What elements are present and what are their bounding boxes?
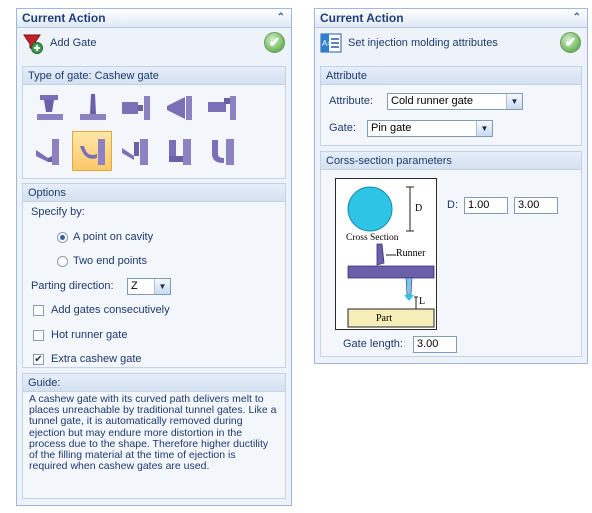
- parting-direction-select[interactable]: Z ▼: [127, 278, 171, 295]
- guide-text: A cashew gate with its curved path deliv…: [29, 393, 277, 473]
- radio-two-end-points[interactable]: [57, 256, 68, 267]
- diagram-l-label: L: [419, 296, 426, 307]
- cross-section-group: Corss-section parameters D Cross Section…: [320, 151, 582, 357]
- action-label: Add Gate: [50, 37, 97, 49]
- tunnel-gate-icon[interactable]: [115, 131, 155, 171]
- fan-gate-icon[interactable]: [158, 87, 198, 127]
- attribute-select[interactable]: Cold runner gate ▼: [387, 93, 523, 110]
- add-gate-action: Add Gate ✔: [17, 28, 291, 58]
- attribute-group: Attribute Attribute: Cold runner gate ▼ …: [320, 66, 582, 146]
- cashew-hook-gate-icon[interactable]: [201, 131, 241, 171]
- right-panel-header: Current Action ⌃: [315, 9, 587, 28]
- left-panel-title: Current Action: [22, 11, 106, 25]
- overlap-gate-icon[interactable]: [201, 87, 241, 127]
- diagram-cross-section-label: Cross Section: [346, 233, 399, 243]
- attribute-label: Attribute:: [329, 95, 374, 107]
- chevron-down-icon[interactable]: ▼: [506, 94, 522, 109]
- submarine-gate-icon[interactable]: [29, 131, 69, 171]
- hot-runner-gate-label: Hot runner gate: [51, 329, 128, 341]
- side-gate-icon[interactable]: [115, 87, 155, 127]
- guide-title: Guide:: [23, 374, 285, 392]
- parting-direction-label: Parting direction:: [31, 280, 114, 292]
- gate-type-group: Type of gate: Cashew gate: [22, 66, 286, 179]
- d-label: D:: [447, 199, 458, 211]
- guide-group: Guide: A cashew gate with its curved pat…: [22, 373, 286, 499]
- extra-cashew-gate-label: Extra cashew gate: [51, 353, 142, 365]
- diagram-part-label: Part: [376, 313, 393, 324]
- attributes-icon: A=: [320, 33, 342, 53]
- right-action-panel: Current Action ⌃ A= Set injection moldin…: [314, 8, 588, 364]
- add-gates-consecutively-label: Add gates consecutively: [51, 304, 170, 316]
- attribute-title: Attribute: [321, 67, 581, 85]
- action-label: Set injection molding attributes: [348, 37, 498, 49]
- d-input-min[interactable]: 1.00: [464, 197, 508, 214]
- collapse-icon[interactable]: ⌃: [573, 13, 581, 23]
- radio-point-on-cavity[interactable]: [57, 232, 68, 243]
- svg-text:A=: A=: [322, 39, 332, 48]
- checkmark-icon[interactable]: ✔: [560, 32, 581, 53]
- right-panel-title: Current Action: [320, 11, 404, 25]
- specify-by-label: Specify by:: [31, 206, 85, 218]
- gate-label: Gate:: [329, 122, 356, 134]
- left-panel-header: Current Action ⌃: [17, 9, 291, 28]
- d-input-max[interactable]: 3.00: [514, 197, 558, 214]
- gate-type-title: Type of gate: Cashew gate: [23, 67, 285, 85]
- diagram-d-label: D: [415, 203, 423, 214]
- chevron-down-icon[interactable]: ▼: [154, 279, 170, 294]
- checkmark-icon[interactable]: ✔: [264, 32, 285, 53]
- pin-gate-icon[interactable]: [72, 87, 112, 127]
- cashew-gate-icon[interactable]: [72, 131, 112, 171]
- left-action-panel: Current Action ⌃ Add Gate ✔ Type of gate…: [16, 8, 292, 506]
- add-gates-consecutively-checkbox[interactable]: [33, 305, 44, 316]
- extra-cashew-gate-checkbox[interactable]: ✔: [33, 354, 44, 365]
- collapse-icon[interactable]: ⌃: [277, 13, 285, 23]
- radio-point-label: A point on cavity: [73, 231, 154, 243]
- gate-length-label: Gate length:: [343, 338, 403, 350]
- gate-value: Pin gate: [371, 122, 412, 134]
- add-gate-icon: [22, 32, 44, 54]
- options-group: Options Specify by: A point on cavity Tw…: [22, 183, 286, 368]
- attribute-value: Cold runner gate: [391, 95, 473, 107]
- chevron-down-icon[interactable]: ▼: [476, 121, 492, 136]
- hot-runner-gate-checkbox[interactable]: [33, 330, 44, 341]
- gate-length-input[interactable]: 3.00: [413, 336, 457, 353]
- parting-direction-value: Z: [131, 280, 138, 292]
- options-title: Options: [23, 184, 285, 202]
- hook-gate-icon[interactable]: [158, 131, 198, 171]
- direct-gate-icon[interactable]: [29, 87, 69, 127]
- gate-select[interactable]: Pin gate ▼: [367, 120, 493, 137]
- cross-section-diagram: D Cross Section Runner L Part: [335, 178, 437, 330]
- diagram-runner-label: Runner: [396, 248, 426, 259]
- set-attributes-action: A= Set injection molding attributes ✔: [315, 28, 587, 58]
- radio-two-label: Two end points: [73, 255, 147, 267]
- cross-section-title: Corss-section parameters: [321, 152, 581, 170]
